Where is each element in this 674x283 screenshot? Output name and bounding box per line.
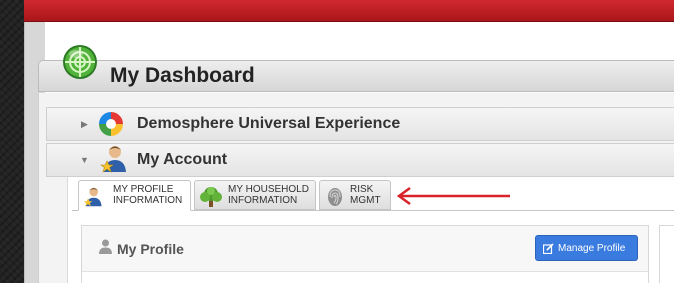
tab-label-line2: INFORMATION [228, 195, 298, 206]
red-arrow-icon [396, 186, 510, 206]
tab-label-line1: MY PROFILE [113, 184, 174, 195]
tab-label-line1: MY HOUSEHOLD [228, 184, 309, 195]
user-star-icon [83, 187, 102, 207]
demosphere-logo-icon [99, 112, 123, 136]
chevron-down-icon[interactable]: ▼ [80, 155, 89, 165]
accordion-label-my-account[interactable]: My Account [137, 151, 227, 169]
top-bar [24, 0, 674, 22]
adjacent-card [659, 225, 674, 283]
edit-icon [543, 243, 554, 254]
manage-profile-button[interactable]: Manage Profile [535, 235, 638, 261]
tab-label-line2: INFORMATION [113, 195, 183, 206]
user-star-icon [100, 146, 126, 173]
tree-icon [200, 187, 222, 207]
tab-my-profile-information[interactable]: MY PROFILE INFORMATION [78, 180, 191, 211]
tab-risk-mgmt[interactable]: RISK MGMT [319, 180, 391, 210]
manage-profile-label: Manage Profile [558, 243, 626, 254]
accordion-label-demosphere[interactable]: Demosphere Universal Experience [137, 115, 400, 133]
tab-label-line1: RISK [350, 184, 374, 195]
globe-target-icon [63, 45, 97, 79]
tab-my-household-information[interactable]: MY HOUSEHOLD INFORMATION [194, 180, 316, 210]
my-profile-title: My Profile [117, 241, 184, 257]
tab-label-line2: MGMT [350, 195, 381, 206]
page-title: My Dashboard [110, 64, 255, 87]
person-icon [99, 239, 112, 254]
chevron-right-icon[interactable]: ▶ [81, 119, 88, 130]
fingerprint-icon [328, 188, 342, 206]
